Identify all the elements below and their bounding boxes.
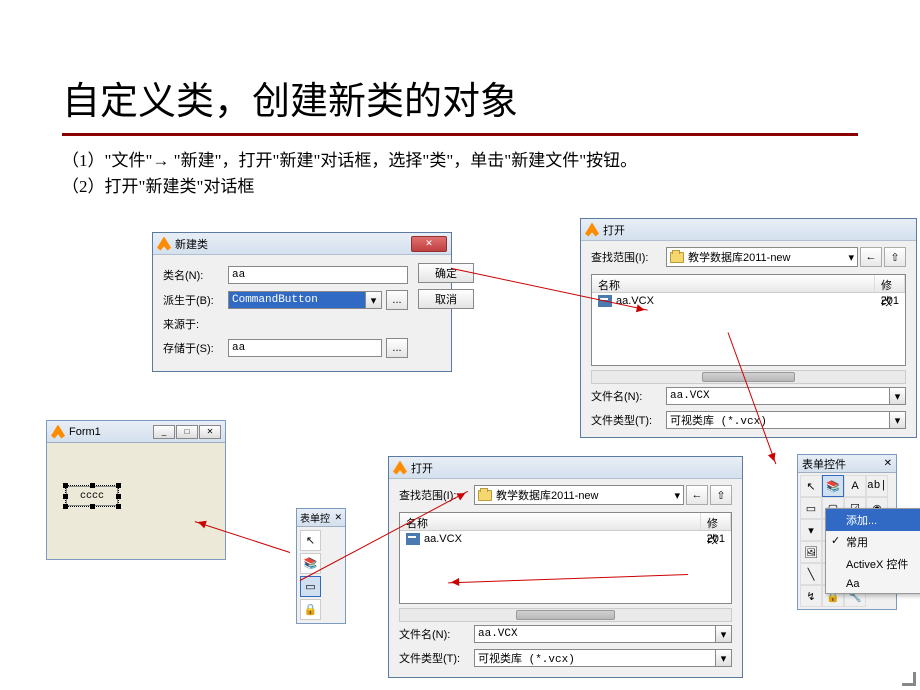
col-name-header[interactable]: 名称	[400, 513, 701, 530]
base-class-value: CommandButton	[232, 294, 318, 306]
lookin-folder-name: 教学数据库2011-new	[688, 249, 791, 265]
store-in-input[interactable]	[228, 339, 382, 357]
fox-icon	[393, 461, 407, 475]
vcx-file-icon	[406, 533, 420, 545]
browse-base-button[interactable]: ...	[386, 290, 408, 310]
filename-input[interactable]	[474, 625, 716, 643]
label-filetype: 文件类型(T):	[591, 412, 666, 428]
class-name-input[interactable]	[228, 266, 408, 284]
label-class-name: 类名(N):	[163, 267, 228, 283]
up-icon[interactable]: ⇧	[710, 485, 732, 505]
folder-icon	[670, 252, 684, 263]
close-icon[interactable]: ✕	[199, 425, 221, 439]
chevron-down-icon[interactable]: ▾	[716, 625, 732, 643]
label-filetype: 文件类型(T):	[399, 650, 474, 666]
label-tool-icon[interactable]: A	[844, 475, 866, 497]
chevron-down-icon[interactable]: ▾	[366, 291, 382, 309]
pointer-tool-icon[interactable]: ↖	[800, 475, 822, 497]
col-mod-header[interactable]: 修改	[701, 513, 731, 530]
chevron-down-icon[interactable]: ▾	[716, 649, 732, 667]
ok-button[interactable]: 确定	[418, 263, 474, 283]
lock-icon[interactable]: 🔒	[300, 599, 321, 620]
filetype-combo[interactable]: 可视类库 (*.vcx)	[474, 649, 716, 667]
fox-icon	[157, 237, 171, 251]
filetype-combo[interactable]: 可视类库 (*.vcx)	[666, 411, 890, 429]
image-tool-icon[interactable]: 🖼	[800, 541, 822, 563]
menu-common-item[interactable]: 常用	[826, 531, 920, 553]
back-icon[interactable]: ←	[686, 485, 708, 505]
close-icon[interactable]: ✕	[334, 512, 342, 523]
lookin-combo[interactable]: 教学数据库2011-new ▾	[474, 485, 684, 505]
label-filename: 文件名(N):	[399, 626, 474, 642]
open-dialog-2: 打开 查找范围(I): 教学数据库2011-new ▾ ← ⇧ 名称 修改 aa…	[388, 456, 743, 678]
lookin-combo[interactable]: 教学数据库2011-new ▾	[666, 247, 858, 267]
menu-aa-item[interactable]: Aa	[826, 575, 920, 593]
label-lookin: 查找范围(I):	[591, 249, 666, 265]
chevron-down-icon[interactable]: ▾	[890, 411, 906, 429]
close-icon[interactable]: ✕	[884, 458, 892, 469]
file-date-cell: 201	[707, 533, 725, 545]
up-icon[interactable]: ⇧	[884, 247, 906, 267]
folder-icon	[478, 490, 492, 501]
menu-activex-item[interactable]: ActiveX 控件	[826, 553, 920, 575]
file-name-cell: aa.VCX	[616, 295, 881, 307]
open-dialog-1: 打开 查找范围(I): 教学数据库2011-new ▾ ← ⇧ 名称 修改 aa…	[580, 218, 917, 438]
selected-control[interactable]: cccc	[65, 485, 119, 507]
title-underline	[62, 133, 858, 136]
library-icon[interactable]: 📚	[822, 475, 844, 497]
back-icon[interactable]: ←	[860, 247, 882, 267]
label-store-in: 存储于(S):	[163, 340, 228, 356]
label-filename: 文件名(N):	[591, 388, 666, 404]
col-name-header[interactable]: 名称	[592, 275, 875, 292]
new-class-dialog: 新建类 ✕ 类名(N): 派生于(B): CommandButton ▾ ...…	[152, 232, 452, 372]
h-scrollbar[interactable]	[591, 370, 906, 384]
file-date-cell: 201	[881, 295, 899, 307]
menu-add-item[interactable]: 添加...	[826, 509, 920, 531]
toolbox-big-title: 表单控件	[802, 456, 846, 472]
file-list[interactable]: 名称 修改 aa.VCX 201	[399, 512, 732, 604]
form-designer: Form1 _ □ ✕ cccc	[46, 420, 226, 560]
form1-title: Form1	[69, 426, 101, 438]
fox-icon	[585, 223, 599, 237]
file-row[interactable]: aa.VCX 201	[400, 531, 731, 547]
lookin-folder-name: 教学数据库2011-new	[496, 487, 599, 503]
step-2-text: （2）打开"新建类"对话框	[62, 174, 858, 200]
base-class-combo[interactable]: CommandButton	[228, 291, 366, 309]
col-mod-header[interactable]: 修改	[875, 275, 905, 292]
textbox-tool-icon[interactable]: ab|	[866, 475, 888, 497]
cancel-button[interactable]: 取消	[418, 289, 474, 309]
close-icon[interactable]: ✕	[411, 236, 447, 252]
pointer-tool-icon[interactable]: ↖	[300, 530, 321, 551]
new-class-title: 新建类	[175, 236, 208, 252]
hyperlink-tool-icon[interactable]: ↯	[800, 585, 822, 607]
chevron-down-icon[interactable]: ▾	[890, 387, 906, 405]
form-controls-toolbox-small[interactable]: 表单控 ✕ ↖ 📚 ▭ 🔒	[296, 508, 346, 624]
filename-input[interactable]	[666, 387, 890, 405]
button-tool-icon[interactable]: ▭	[800, 497, 822, 519]
maximize-icon[interactable]: □	[176, 425, 198, 439]
file-name-cell: aa.VCX	[424, 533, 707, 545]
label-from: 来源于:	[163, 316, 228, 332]
line-tool-icon[interactable]: ╲	[800, 563, 822, 585]
h-scrollbar[interactable]	[399, 608, 732, 622]
open-dialog-2-title: 打开	[411, 460, 433, 476]
resize-corner-icon	[898, 668, 916, 686]
command-button-instance[interactable]: cccc	[66, 486, 118, 506]
label-derived-from: 派生于(B):	[163, 292, 228, 308]
minimize-icon[interactable]: _	[153, 425, 175, 439]
toolbox-context-menu[interactable]: 添加... 常用 ActiveX 控件 Aa	[825, 508, 920, 594]
step-1-text: （1）"文件"→ "新建"，打开"新建"对话框，选择"类"，单击"新建文件"按钮…	[62, 148, 858, 174]
combo-tool-icon[interactable]: ▾	[800, 519, 822, 541]
open-dialog-1-title: 打开	[603, 222, 625, 238]
file-list[interactable]: 名称 修改 aa.VCX 201	[591, 274, 906, 366]
slide-title: 自定义类，创建新类的对象	[62, 70, 858, 133]
fox-icon	[51, 425, 65, 439]
toolbox-small-title: 表单控	[300, 510, 330, 525]
browse-store-button[interactable]: ...	[386, 338, 408, 358]
